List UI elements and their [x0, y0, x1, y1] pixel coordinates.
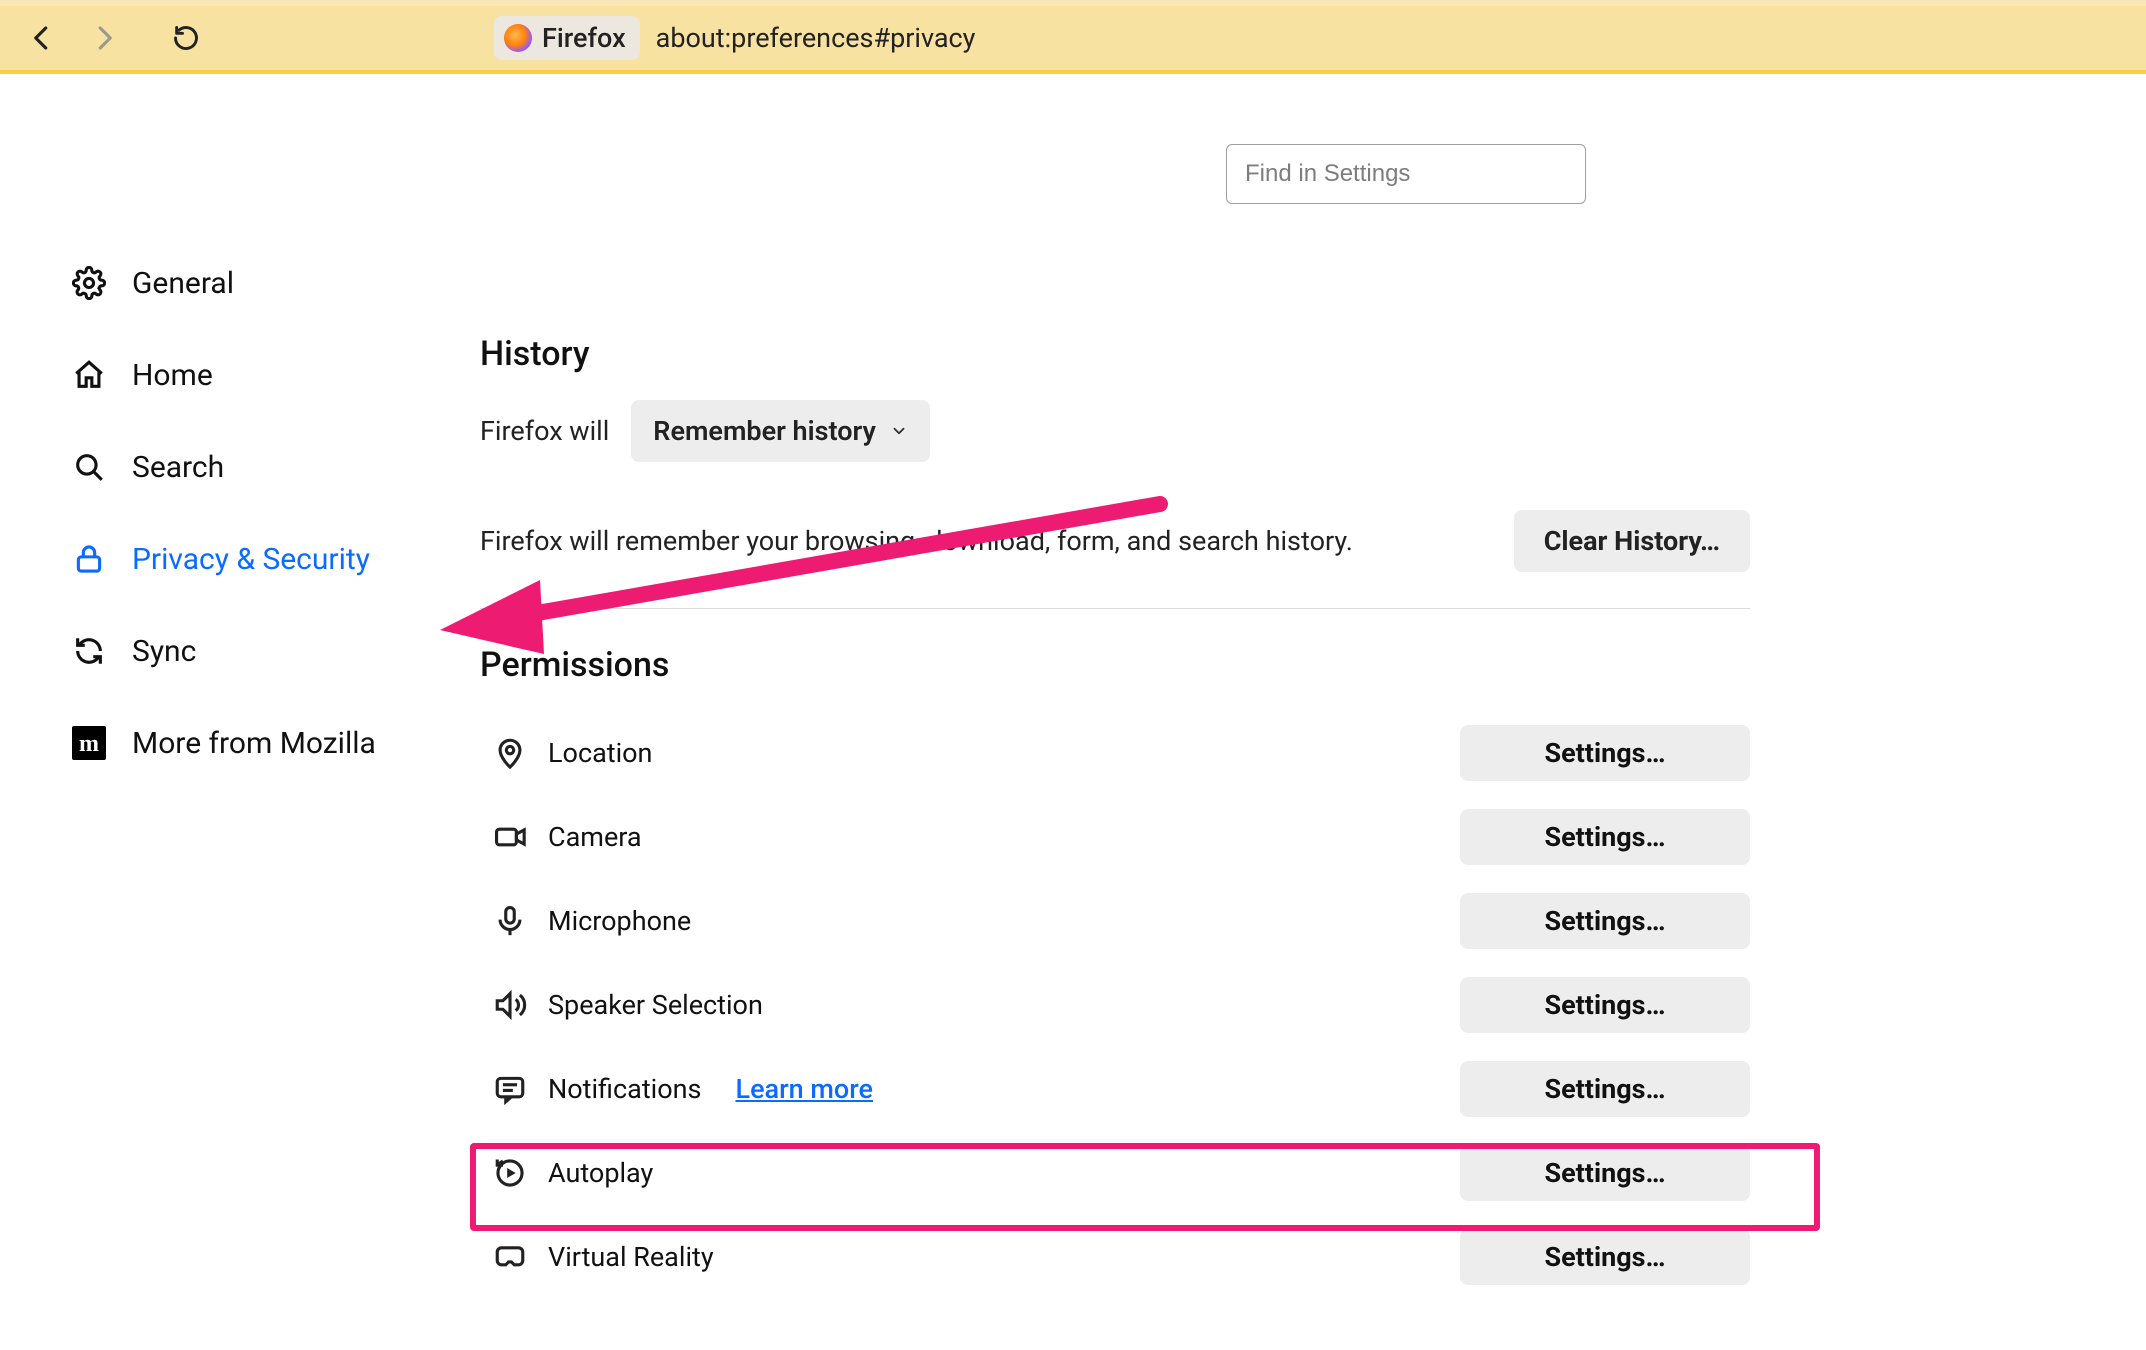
permission-label: Autoplay [548, 1157, 653, 1189]
history-description: Firefox will remember your browsing, dow… [480, 525, 1353, 557]
forward-button[interactable] [80, 14, 128, 62]
gear-icon [72, 266, 120, 300]
history-prefix-label: Firefox will [480, 415, 609, 447]
speaker-icon [490, 985, 530, 1025]
settings-search-input[interactable] [1226, 144, 1586, 204]
vr-settings-button[interactable]: Settings… [1460, 1229, 1750, 1285]
history-mode-select[interactable]: Remember history [631, 400, 930, 462]
microphone-settings-button[interactable]: Settings… [1460, 893, 1750, 949]
sidebar-item-privacy[interactable]: Privacy & Security [72, 520, 480, 598]
main-content: History Firefox will Remember history Fi… [480, 114, 2146, 1350]
permission-label: Notifications [548, 1073, 701, 1105]
location-icon [490, 733, 530, 773]
microphone-icon [490, 901, 530, 941]
history-heading: History [480, 334, 1750, 374]
location-settings-button[interactable]: Settings… [1460, 725, 1750, 781]
home-icon [72, 358, 120, 392]
permission-row-notifications: Notifications Learn more Settings… [480, 1047, 1750, 1131]
permission-row-vr: Virtual Reality Settings… [480, 1215, 1750, 1299]
sidebar-item-label: More from Mozilla [132, 726, 376, 761]
sidebar-item-mozilla[interactable]: m More from Mozilla [72, 704, 480, 782]
search-icon [72, 450, 120, 484]
notifications-learn-more-link[interactable]: Learn more [735, 1073, 872, 1105]
speaker-settings-button[interactable]: Settings… [1460, 977, 1750, 1033]
sidebar-item-label: Search [132, 450, 224, 485]
sidebar-item-label: Sync [132, 634, 196, 669]
history-mode-value: Remember history [653, 415, 876, 447]
sidebar-item-sync[interactable]: Sync [72, 612, 480, 690]
clear-history-button[interactable]: Clear History… [1514, 510, 1750, 572]
permission-row-autoplay: Autoplay Settings… [480, 1131, 1750, 1215]
vr-icon [490, 1237, 530, 1277]
permission-label: Microphone [548, 905, 691, 937]
permission-row-microphone: Microphone Settings… [480, 879, 1750, 963]
autoplay-icon [490, 1153, 530, 1193]
permissions-heading: Permissions [480, 645, 1750, 685]
sidebar-item-label: General [132, 266, 234, 301]
firefox-icon [504, 24, 532, 52]
permission-row-speaker: Speaker Selection Settings… [480, 963, 1750, 1047]
address-app-chip: Firefox [494, 16, 640, 60]
section-separator [480, 608, 1750, 609]
notifications-icon [490, 1069, 530, 1109]
autoplay-settings-button[interactable]: Settings… [1460, 1145, 1750, 1201]
permission-label: Location [548, 737, 652, 769]
sidebar-item-label: Privacy & Security [132, 542, 370, 577]
permission-label: Camera [548, 821, 642, 853]
sidebar-item-home[interactable]: Home [72, 336, 480, 414]
camera-icon [490, 817, 530, 857]
back-button[interactable] [18, 14, 66, 62]
permission-row-camera: Camera Settings… [480, 795, 1750, 879]
reload-button[interactable] [162, 14, 210, 62]
mozilla-icon: m [72, 726, 120, 760]
camera-settings-button[interactable]: Settings… [1460, 809, 1750, 865]
sidebar: General Home Search Privacy & Security S [0, 114, 480, 1350]
sidebar-item-general[interactable]: General [72, 244, 480, 322]
address-bar[interactable]: Firefox about:preferences#privacy [494, 16, 975, 60]
address-app-label: Firefox [542, 22, 626, 54]
permission-label: Speaker Selection [548, 989, 763, 1021]
permission-label: Virtual Reality [548, 1241, 714, 1273]
permission-row-location: Location Settings… [480, 711, 1750, 795]
sidebar-item-search[interactable]: Search [72, 428, 480, 506]
sync-icon [72, 634, 120, 668]
lock-icon [72, 542, 120, 576]
address-url: about:preferences#privacy [656, 22, 976, 54]
sidebar-item-label: Home [132, 358, 213, 393]
browser-toolbar: Firefox about:preferences#privacy [0, 0, 2146, 74]
chevron-down-icon [890, 415, 908, 447]
notifications-settings-button[interactable]: Settings… [1460, 1061, 1750, 1117]
